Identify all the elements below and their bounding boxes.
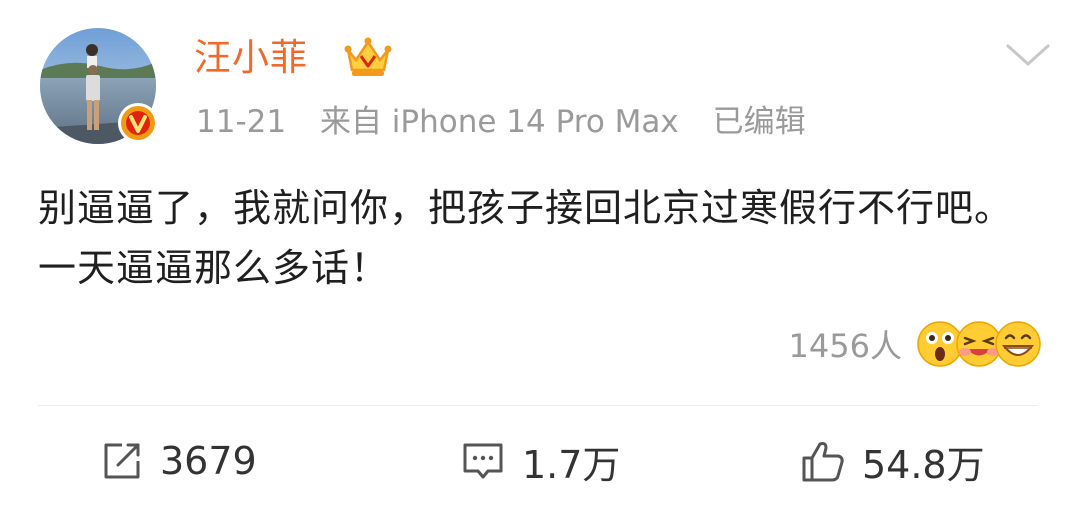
weibo-post-card: 汪小菲 11-21 来自 iPhone 14 Pro Max 已编辑 别逼逼了，…: [0, 0, 1076, 508]
post-text: 别逼逼了，我就问你，把孩子接回北京过寒假行不行吧。一天逼逼那么多话！: [38, 186, 1014, 290]
thumbs-up-icon: [802, 442, 844, 482]
like-button[interactable]: 54.8万: [800, 430, 985, 492]
repost-icon: [104, 443, 140, 479]
grin-emoji-icon: [995, 321, 1041, 367]
post-source: 来自 iPhone 14 Pro Max: [319, 104, 679, 140]
post-meta: 11-21 来自 iPhone 14 Pro Max 已编辑: [196, 100, 806, 144]
like-count: 54.8万: [862, 442, 985, 487]
post-date: 11-21: [196, 104, 287, 140]
verified-badge-icon: [117, 102, 159, 144]
edited-label[interactable]: 已编辑: [713, 104, 806, 140]
divider: [38, 405, 1038, 406]
vip-crown-icon[interactable]: [342, 36, 394, 80]
more-options-chevron-down-icon[interactable]: [1002, 38, 1054, 70]
comment-button[interactable]: 1.7万: [460, 430, 620, 492]
repost-count: 3679: [160, 439, 257, 483]
repost-button[interactable]: 3679: [100, 430, 257, 492]
comment-icon: [463, 443, 503, 479]
reaction-count: 1456人: [788, 327, 902, 365]
reaction-emojis: [916, 318, 1042, 370]
username[interactable]: 汪小菲: [194, 34, 308, 82]
comment-count: 1.7万: [522, 442, 621, 487]
action-bar: 3679 1.7万 54.8万: [0, 430, 1076, 492]
reactions-summary[interactable]: 1456人: [789, 318, 1042, 370]
